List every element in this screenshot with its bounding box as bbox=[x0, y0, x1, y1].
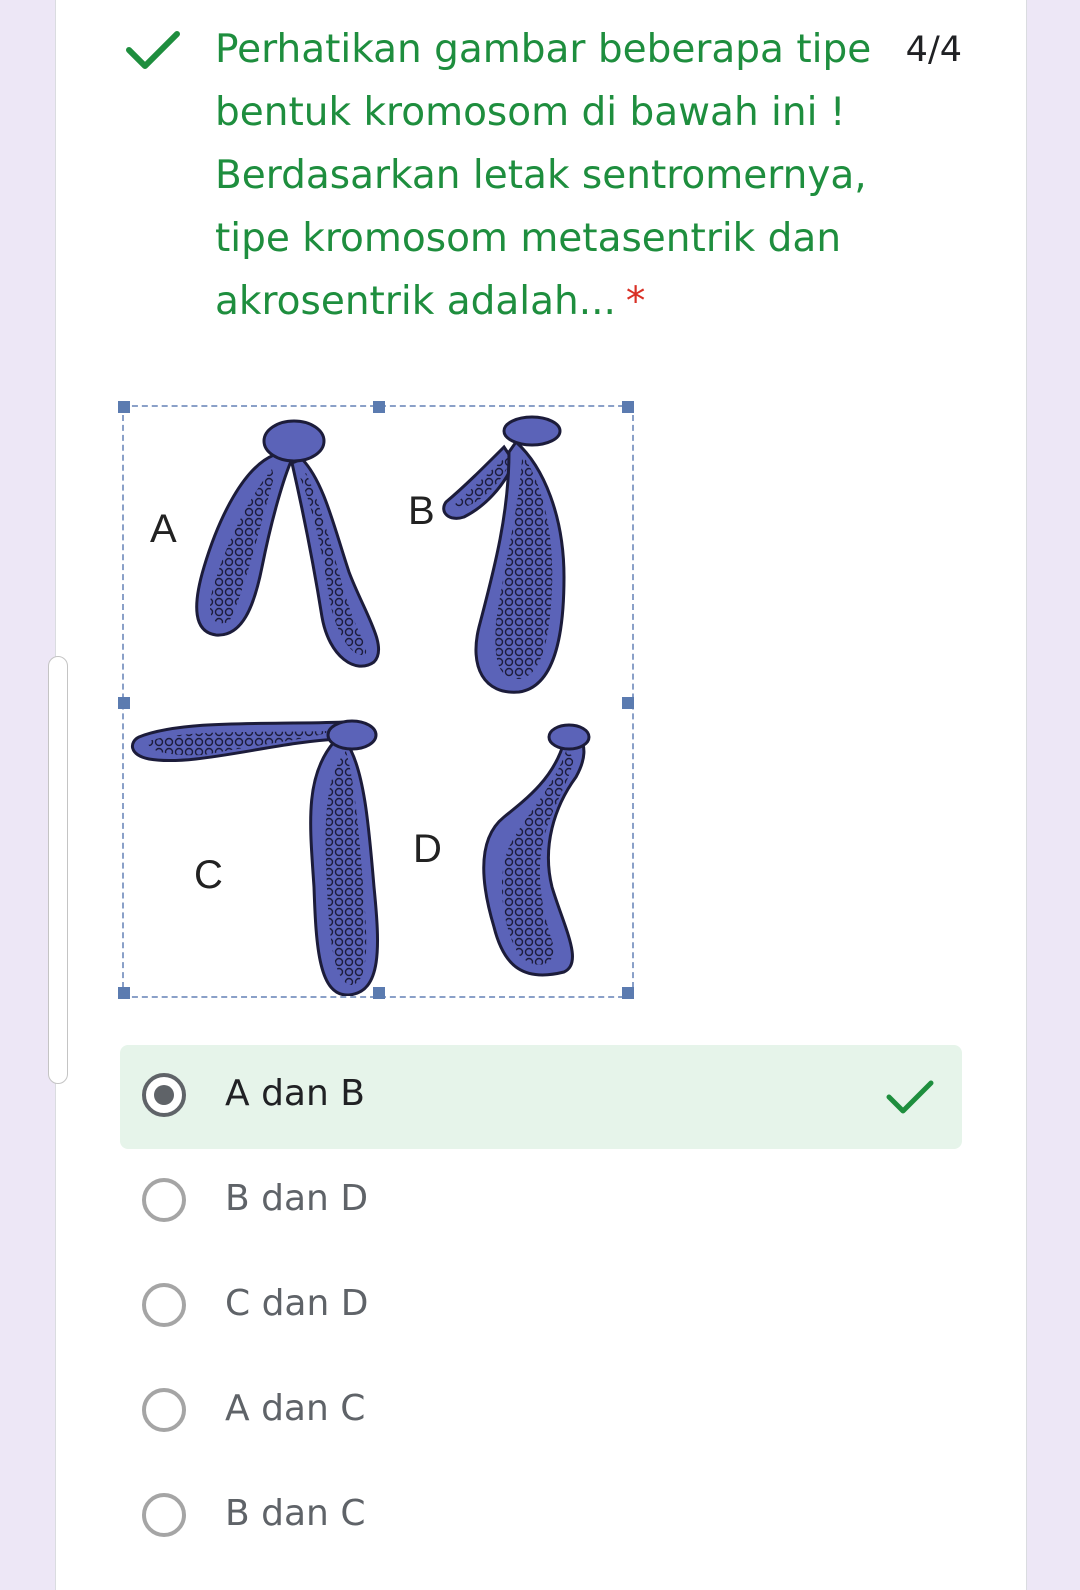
radio-button[interactable] bbox=[142, 1388, 186, 1432]
option-b-dan-c[interactable]: B dan C bbox=[120, 1465, 962, 1543]
radio-button[interactable] bbox=[142, 1178, 186, 1222]
chromosome-drawing bbox=[131, 415, 591, 996]
figure-label-b: B bbox=[408, 489, 435, 533]
figure-label-c: C bbox=[194, 853, 223, 897]
option-label: C dan D bbox=[225, 1283, 369, 1324]
chromosome-c-centromere bbox=[326, 719, 378, 751]
option-b-dan-d[interactable]: B dan D bbox=[120, 1150, 962, 1254]
option-label: A dan C bbox=[225, 1388, 366, 1429]
chromosome-b-centromere bbox=[502, 415, 562, 447]
chromosome-d-centromere bbox=[547, 723, 591, 751]
question-text: Perhatikan gambar beberapa tipe bentuk k… bbox=[215, 18, 875, 333]
option-label: B dan D bbox=[225, 1178, 369, 1219]
required-asterisk: * bbox=[625, 279, 646, 324]
question-title: Perhatikan gambar beberapa tipe bentuk k… bbox=[215, 27, 872, 324]
option-label: B dan C bbox=[225, 1493, 366, 1534]
option-c-dan-d[interactable]: C dan D bbox=[120, 1255, 962, 1359]
check-icon bbox=[126, 31, 180, 69]
question-score: 4/4 bbox=[905, 30, 962, 70]
radio-button-selected[interactable] bbox=[142, 1073, 186, 1117]
chromosome-a-centromere bbox=[262, 419, 326, 463]
radio-button[interactable] bbox=[142, 1283, 186, 1327]
chromosome-figure: A B C D bbox=[118, 401, 634, 999]
scroll-side-handle[interactable] bbox=[48, 656, 68, 1084]
radio-dot bbox=[154, 1085, 174, 1105]
radio-button[interactable] bbox=[142, 1493, 186, 1537]
figure-label-a: A bbox=[150, 507, 177, 551]
correct-check-icon bbox=[886, 1080, 934, 1114]
option-a-dan-c[interactable]: A dan C bbox=[120, 1360, 962, 1464]
option-label: A dan B bbox=[225, 1073, 365, 1114]
option-a-dan-b[interactable]: A dan B bbox=[120, 1045, 962, 1149]
figure-label-d: D bbox=[413, 827, 442, 871]
